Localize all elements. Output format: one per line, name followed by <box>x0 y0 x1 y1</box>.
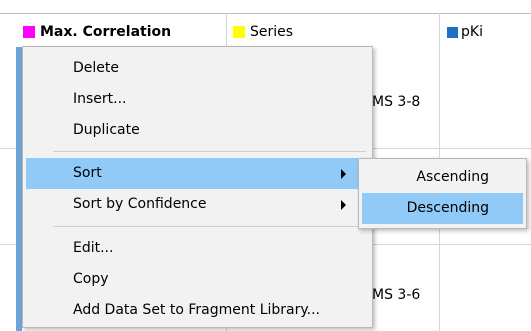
menu-item-label: Edit... <box>73 240 114 256</box>
column-header-label: Series <box>250 24 294 40</box>
column-header-label: Max. Correlation <box>40 24 172 40</box>
menu-item-insert[interactable]: Insert... <box>26 84 369 115</box>
column-header-label: pKi <box>461 24 483 40</box>
submenu-item-ascending[interactable]: Ascending <box>362 162 523 193</box>
submenu-arrow-icon <box>341 200 346 210</box>
table-cell-series: MS 3-8 <box>372 94 421 110</box>
yellow-swatch-icon <box>233 26 245 38</box>
menu-item-label: Duplicate <box>73 122 140 138</box>
menu-item-delete[interactable]: Delete <box>26 53 369 84</box>
context-menu: Delete Insert... Duplicate Sort Sort by … <box>22 46 373 328</box>
menu-item-edit[interactable]: Edit... <box>26 233 369 264</box>
column-header-max-correlation[interactable]: Max. Correlation <box>23 20 171 44</box>
blue-swatch-icon <box>447 26 458 38</box>
table-cell-series: MS 3-6 <box>372 287 421 303</box>
submenu-arrow-icon <box>341 169 346 179</box>
menu-item-label: Add Data Set to Fragment Library... <box>73 302 321 318</box>
submenu-item-label: Descending <box>406 200 489 216</box>
submenu-item-label: Ascending <box>416 169 489 185</box>
header-border <box>0 13 531 14</box>
menu-separator <box>53 151 366 152</box>
submenu-item-descending[interactable]: Descending <box>362 193 523 224</box>
menu-item-duplicate[interactable]: Duplicate <box>26 115 369 146</box>
menu-item-label: Copy <box>73 271 109 287</box>
magenta-swatch-icon <box>23 26 35 38</box>
menu-item-label: Sort by Confidence <box>73 196 207 212</box>
menu-item-label: Sort <box>73 165 102 181</box>
column-header-series[interactable]: Series <box>233 20 293 44</box>
menu-separator <box>53 226 366 227</box>
menu-item-copy[interactable]: Copy <box>26 264 369 295</box>
menu-item-label: Insert... <box>73 91 127 107</box>
column-header-pki[interactable]: pKi <box>447 20 483 44</box>
menu-item-add-to-fragment-library[interactable]: Add Data Set to Fragment Library... <box>26 295 369 326</box>
menu-item-label: Delete <box>73 60 119 76</box>
menu-item-sort-by-confidence[interactable]: Sort by Confidence <box>26 189 369 220</box>
menu-item-sort[interactable]: Sort <box>26 158 369 189</box>
sort-submenu: Ascending Descending <box>358 158 527 229</box>
